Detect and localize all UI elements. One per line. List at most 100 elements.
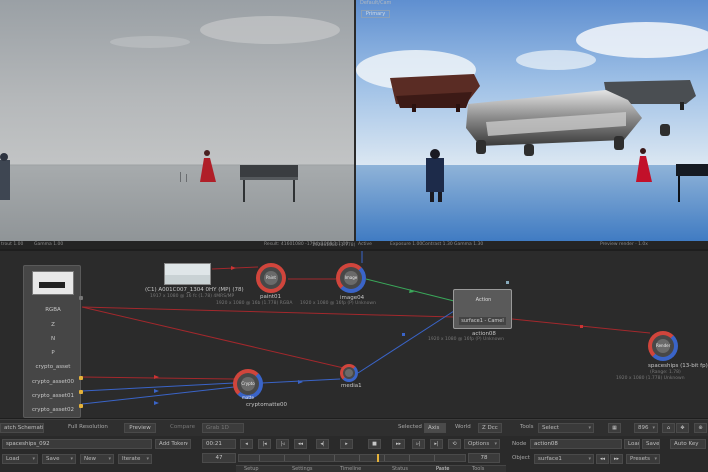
timeline-scrubber[interactable]: [238, 454, 466, 462]
render-node-name: spaceships (13-bit fp): [648, 363, 708, 369]
full-resolution-toggle[interactable]: Full Resolution: [68, 422, 108, 432]
go-to-start-icon[interactable]: |◂: [258, 439, 271, 449]
schematic-toolbar: atch Schematic Full Resolution Preview C…: [0, 419, 708, 436]
step-back-icon[interactable]: ◂: [240, 439, 253, 449]
right-gamma-label: Gamma 1.30: [454, 242, 484, 247]
next-key-icon[interactable]: ▹|: [412, 439, 425, 449]
next-frame-icon[interactable]: ▸▸: [392, 439, 405, 449]
render-node-range: (Range: 1.78): [650, 370, 681, 375]
timecode-field[interactable]: 00:21: [202, 439, 236, 449]
grid-icon[interactable]: ▦: [608, 423, 621, 433]
schematic-button[interactable]: atch Schematic: [0, 423, 44, 433]
node-load-button[interactable]: Load: [624, 439, 640, 449]
cryptomatte-node[interactable]: Crypto matte: [233, 369, 263, 400]
tab-timeline[interactable]: Timeline: [340, 466, 361, 472]
action-node[interactable]: Action surface1 - Camel: [453, 289, 512, 329]
paint-node[interactable]: Paint: [256, 263, 286, 293]
auto-key-button[interactable]: Auto Key: [670, 439, 706, 449]
next-object-icon[interactable]: ▸▸: [610, 454, 623, 464]
tab-tools[interactable]: Tools: [472, 466, 484, 472]
port-dot-top[interactable]: [79, 296, 83, 300]
paint-node-info: 1920 x 1080 @ 16b (1.778) RGBA: [216, 301, 293, 306]
presets-dropdown[interactable]: Presets: [626, 454, 660, 464]
current-frame-field[interactable]: 47: [202, 453, 236, 463]
zoom-dropdown[interactable]: 896: [634, 423, 658, 433]
port-n[interactable]: N: [24, 336, 82, 342]
media-node[interactable]: [340, 364, 358, 382]
paint-node-name: paint01: [260, 294, 282, 300]
selected-label: Selected: [398, 424, 422, 430]
stop-icon[interactable]: ■: [368, 439, 381, 449]
end-frame-field[interactable]: 78: [468, 453, 500, 463]
target-icon[interactable]: ⊕: [694, 423, 707, 433]
left-viewer[interactable]: [0, 0, 354, 243]
add-token-dropdown[interactable]: Add Token: [155, 439, 191, 449]
prev-frame-icon[interactable]: ◂◂: [294, 439, 307, 449]
node-name-field[interactable]: action08: [530, 439, 622, 449]
media-node-dot: [345, 369, 353, 377]
source-clip-info: 1917 x 1080 @ 16 fc (1.78) 4MRS/MP: [150, 294, 235, 299]
go-to-end-icon[interactable]: ▸|: [430, 439, 443, 449]
tab-settings[interactable]: Settings: [292, 466, 313, 472]
timeline-playhead[interactable]: [377, 454, 379, 462]
primary-tab[interactable]: Primary: [361, 10, 390, 18]
prev-object-icon[interactable]: ◂◂: [596, 454, 609, 464]
tab-status[interactable]: Status: [392, 466, 408, 472]
right-active-label: Active: [358, 242, 372, 247]
action-node-label: Action: [475, 297, 492, 303]
object-dropdown[interactable]: surface1: [534, 454, 594, 464]
play-icon[interactable]: ▸: [340, 439, 353, 449]
right-contrast-label: Contrast 1.30: [422, 242, 453, 247]
loop-icon[interactable]: ⟲: [448, 439, 461, 449]
image-node-label: Image: [344, 271, 358, 285]
tab-paste[interactable]: Paste: [436, 466, 450, 472]
load-dropdown[interactable]: Load: [2, 454, 38, 464]
port-dot-crypto-asset02[interactable]: [79, 404, 83, 408]
move-icon[interactable]: ✥: [676, 423, 689, 433]
new-dropdown[interactable]: New: [80, 454, 114, 464]
left-gamma-label: Gamma 1.00: [34, 242, 64, 247]
panel-tab-strip: Setup Settings Timeline Status Paste Too…: [236, 465, 506, 472]
save-dropdown[interactable]: Save: [42, 454, 76, 464]
port-crypto-asset01[interactable]: crypto_asset01: [24, 393, 82, 399]
port-crypto-asset02[interactable]: crypto_asset02: [24, 407, 82, 413]
right-viewer[interactable]: Default/Cam: [356, 0, 708, 243]
port-z[interactable]: Z: [24, 322, 82, 328]
port-p[interactable]: P: [24, 350, 82, 356]
zdcc-button[interactable]: Z Dcc: [478, 423, 502, 433]
compare-button[interactable]: Compare: [170, 422, 195, 432]
clip-name-field[interactable]: spaceships_092: [2, 439, 152, 449]
image-node[interactable]: Image: [336, 263, 366, 293]
control-panel: spaceships_092 Add Token Load Save New I…: [0, 436, 708, 472]
port-dot-crypto-asset00[interactable]: [79, 376, 83, 380]
port-rgba[interactable]: RGBA: [24, 307, 82, 313]
node-save-button[interactable]: Save: [642, 439, 660, 449]
port-crypto-asset[interactable]: crypto_asset: [24, 364, 82, 370]
grab-button[interactable]: Grab 1D: [202, 423, 244, 433]
world-toggle[interactable]: World: [455, 422, 471, 432]
render-node[interactable]: Render: [648, 331, 678, 361]
cryptomatte-node-label: Crypto matte: [241, 377, 255, 400]
node-schematic[interactable]: RGBA Z N P crypto_asset crypto_asset00 c…: [0, 251, 708, 418]
prev-key-icon[interactable]: |◃: [276, 439, 289, 449]
home-icon[interactable]: ⌂: [662, 423, 675, 433]
iterate-dropdown[interactable]: Iterate: [118, 454, 152, 464]
node-label: Node: [512, 441, 527, 447]
read-node[interactable]: RGBA Z N P crypto_asset crypto_asset00 c…: [23, 265, 83, 418]
source-clip-node[interactable]: [164, 263, 211, 285]
render-node-info: 1920 x 1080 (1.778) Unknown: [616, 376, 685, 381]
left-viewer-image: [0, 0, 354, 243]
left-status-label: trout 1.00: [1, 242, 24, 247]
play-reverse-icon[interactable]: ◂|: [316, 439, 329, 449]
options-dropdown[interactable]: Options: [464, 439, 500, 449]
preview-button[interactable]: Preview: [124, 423, 156, 433]
port-dot-crypto-asset01[interactable]: [79, 390, 83, 394]
right-viewer-image: [356, 0, 708, 243]
tab-setup[interactable]: Setup: [244, 466, 259, 472]
object-label: Object: [512, 455, 530, 461]
action-node-surface[interactable]: surface1 - Camel: [459, 317, 506, 325]
port-crypto-asset00[interactable]: crypto_asset00: [24, 379, 82, 385]
source-clip-name: (C1) A001C007_1304 0HY (MP) (78): [145, 287, 244, 293]
tools-select-dropdown[interactable]: Select: [538, 423, 594, 433]
selected-axis-value[interactable]: Axis: [424, 423, 446, 433]
